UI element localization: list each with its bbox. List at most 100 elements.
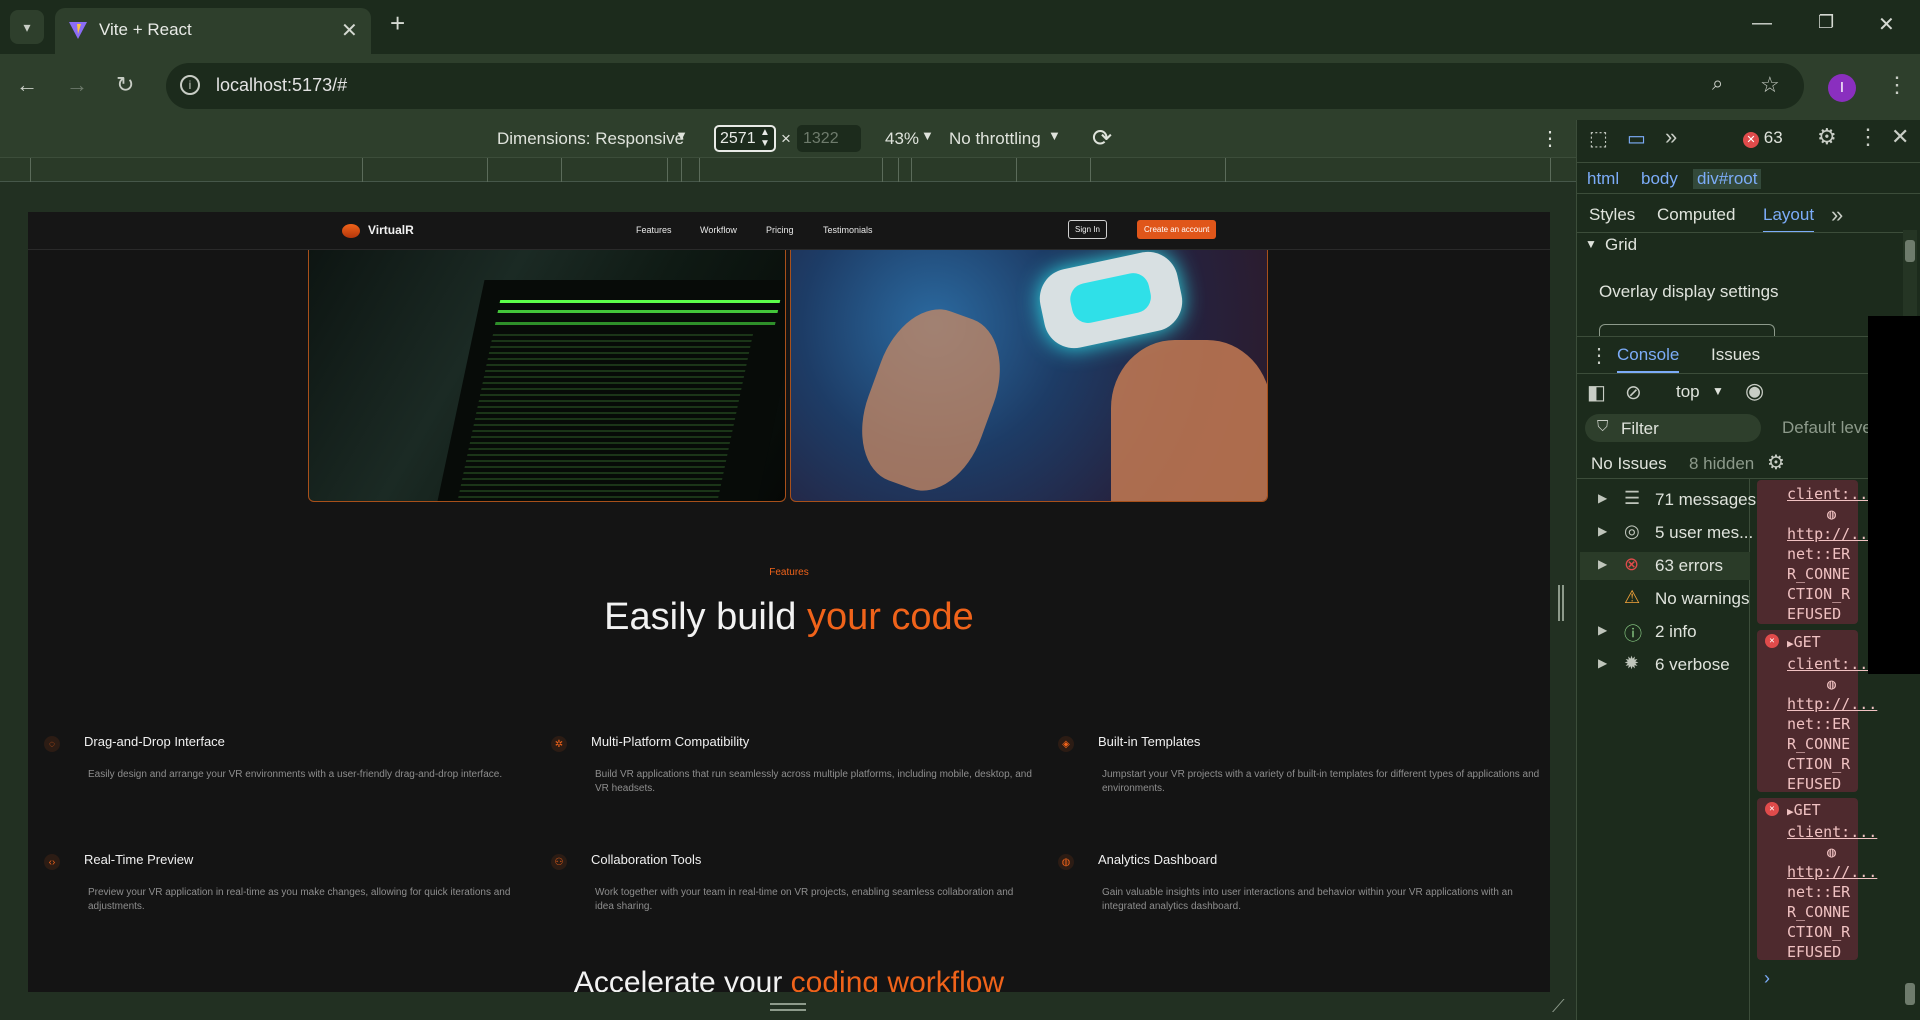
devtools-menu-icon[interactable]: ⋮ — [1857, 124, 1879, 150]
zoom-select[interactable]: 43% — [885, 129, 919, 149]
feature-title: Built-in Templates — [1098, 734, 1201, 749]
globe-icon: ◍ — [1058, 854, 1074, 870]
error-count-badge[interactable]: ✕ 63 — [1743, 128, 1783, 148]
bottom-resize-handle[interactable] — [770, 1003, 806, 1011]
console-error-message[interactable]: client:... ◍ http://... net::ERR_CONNECT… — [1757, 480, 1877, 624]
globe-icon: ◍ — [1827, 505, 1837, 523]
sidebar-item-info[interactable]: ▶ ⓘ 2 info — [1580, 618, 1750, 646]
floating-black-panel — [1868, 316, 1920, 674]
overlay-select[interactable] — [1599, 324, 1775, 336]
device-toolbar: Dimensions: Responsive ▼ 2571 ▲ ▼ × 1322 … — [0, 120, 1576, 158]
sidebar-item-verbose[interactable]: ▶ ✹ 6 verbose — [1580, 651, 1750, 679]
shield-icon: ◈ — [1058, 736, 1074, 752]
bookmark-star-icon[interactable]: ☆ — [1760, 72, 1780, 98]
site-info-icon[interactable]: i — [180, 75, 200, 95]
tab-styles[interactable]: Styles — [1589, 205, 1635, 225]
throttling-select[interactable]: No throttling — [949, 129, 1041, 149]
site-navbar: VirtualR Features Workflow Pricing Testi… — [28, 212, 1550, 250]
settings-gear-icon[interactable]: ⚙ — [1817, 124, 1837, 150]
hidden-count: 8 hidden — [1689, 454, 1755, 473]
minimize-button[interactable]: — — [1752, 12, 1772, 35]
sidebar-item-errors[interactable]: ▶ ⊗ 63 errors — [1580, 552, 1750, 580]
live-expression-eye-icon[interactable]: ◉ — [1745, 378, 1764, 404]
spinner-icon[interactable]: ▲ ▼ — [760, 127, 770, 149]
tab-active[interactable]: Vite + React ✕ — [55, 8, 371, 54]
sidebar-item-warnings[interactable]: ⚠ No warnings — [1580, 585, 1750, 613]
log-levels-select[interactable]: Default leve — [1782, 418, 1872, 438]
url-text: localhost:5173/# — [216, 75, 348, 95]
feature-description: Jumpstart your VR projects with a variet… — [1102, 769, 1540, 794]
width-input[interactable]: 2571 ▲ ▼ — [714, 125, 776, 152]
media-query-ruler[interactable] — [0, 158, 1576, 182]
console-prompt[interactable]: › — [1764, 968, 1770, 989]
expand-arrow-icon[interactable]: ▶ — [1787, 805, 1794, 818]
reload-button[interactable]: ↻ — [116, 72, 134, 98]
nav-link-pricing[interactable]: Pricing — [766, 225, 794, 235]
sidebar-item-user-messages[interactable]: ▶ ◎ 5 user mes... — [1580, 519, 1753, 547]
context-select[interactable]: top — [1676, 382, 1700, 402]
restore-button[interactable]: ❐ — [1818, 12, 1834, 33]
breadcrumb-root[interactable]: div#root — [1693, 169, 1762, 189]
tab-computed[interactable]: Computed — [1657, 205, 1735, 225]
breadcrumb-body[interactable]: body — [1641, 169, 1678, 189]
height-input[interactable]: 1322 — [797, 125, 861, 152]
new-tab-button[interactable]: + — [390, 8, 405, 39]
console-error-message[interactable]: ✕ ▶GET client:... ◍ http://... net::ERR_… — [1757, 798, 1877, 961]
feature-title: Multi-Platform Compatibility — [591, 734, 750, 749]
collapse-arrow-icon: ▼ — [1585, 237, 1597, 251]
device-toggle-icon[interactable]: ▭ — [1627, 126, 1646, 151]
feature-title: Drag-and-Drop Interface — [84, 734, 225, 749]
feature-description: Work together with your team in real-tim… — [595, 887, 1014, 912]
right-resize-handle[interactable] — [1558, 585, 1564, 621]
nav-link-testimonials[interactable]: Testimonials — [823, 225, 873, 235]
inspect-element-icon[interactable]: ⬚ — [1589, 126, 1608, 151]
close-devtools-icon[interactable]: ✕ — [1891, 124, 1909, 150]
grid-section[interactable]: ▼ Grid — [1577, 232, 1907, 256]
menu-kebab-icon[interactable]: ⋮ — [1886, 72, 1908, 98]
console-error-message[interactable]: ✕ ▶GET client:... ◍ http://... net::ERR_… — [1757, 630, 1877, 793]
close-tab-icon[interactable]: ✕ — [341, 18, 358, 43]
drawer-menu-icon[interactable]: ⋮ — [1589, 343, 1609, 368]
list-icon: ☰ — [1624, 488, 1641, 508]
overlay-settings-label: Overlay display settings — [1599, 282, 1779, 301]
dimensions-dropdown-icon: ▼ — [675, 128, 688, 143]
sidebar-item-messages[interactable]: ▶ ☰ 71 messages — [1580, 486, 1756, 514]
close-window-button[interactable]: ✕ — [1878, 12, 1895, 37]
browser-toolbar: ← → ↻ i localhost:5173/# ⌕ ☆ I ⋮ — [0, 54, 1920, 120]
feature-description: Build VR applications that run seamlessl… — [595, 769, 1032, 794]
vite-logo-icon — [69, 22, 87, 39]
nav-link-workflow[interactable]: Workflow — [700, 225, 737, 235]
zoom-icon[interactable]: ⌕ — [1712, 73, 1723, 96]
console-settings-icon[interactable]: ⚙ — [1767, 450, 1785, 475]
error-icon: ✕ — [1765, 634, 1779, 648]
tab-layout[interactable]: Layout — [1763, 205, 1815, 233]
clear-console-icon[interactable]: ⊘ — [1625, 380, 1642, 405]
forward-button[interactable]: → — [66, 72, 88, 98]
address-bar[interactable]: i localhost:5173/# ⌕ ☆ — [166, 63, 1804, 109]
expand-arrow-icon[interactable]: ▶ — [1787, 637, 1794, 650]
chat-bubble-icon: ◌ — [44, 736, 60, 752]
expand-arrow-icon: ▶ — [1598, 656, 1608, 670]
corner-resize-icon[interactable]: ⟋ — [1552, 996, 1565, 1017]
breadcrumb-html[interactable]: html — [1587, 169, 1619, 189]
filter-input[interactable]: ⛉ Filter — [1585, 414, 1761, 442]
more-tabs-icon[interactable]: » — [1831, 202, 1843, 228]
profile-avatar[interactable]: I — [1828, 74, 1856, 102]
throttling-dropdown-icon: ▼ — [1048, 128, 1061, 143]
tab-search-button[interactable]: ▾ — [10, 10, 44, 44]
back-button[interactable]: ← — [16, 72, 38, 98]
nav-link-features[interactable]: Features — [636, 225, 672, 235]
dimensions-select[interactable]: Dimensions: Responsive — [497, 129, 684, 149]
expand-arrow-icon: ▶ — [1598, 623, 1608, 637]
device-more-icon[interactable]: ⋮ — [1540, 126, 1560, 151]
feature-description: Easily design and arrange your VR enviro… — [88, 769, 503, 780]
sidebar-toggle-icon[interactable]: ◧ — [1587, 380, 1606, 405]
globe-icon: ◍ — [1827, 675, 1837, 693]
tab-issues[interactable]: Issues — [1711, 345, 1760, 365]
tab-console[interactable]: Console — [1617, 345, 1680, 373]
sign-in-button[interactable]: Sign In — [1068, 220, 1107, 239]
rotate-icon[interactable]: ⟳ — [1092, 124, 1112, 153]
create-account-button[interactable]: Create an account — [1137, 220, 1217, 239]
expand-arrow-icon: ▶ — [1598, 491, 1608, 505]
more-panels-icon[interactable]: » — [1665, 124, 1677, 150]
